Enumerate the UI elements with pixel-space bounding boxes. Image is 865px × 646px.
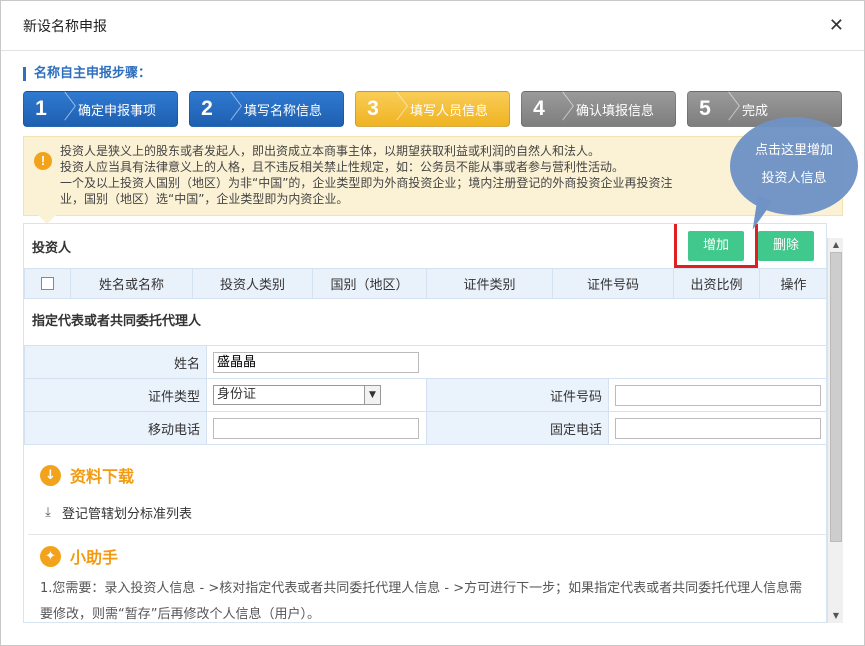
chevron-right-icon	[224, 91, 236, 127]
helper-section-title: ✦ 小助手	[24, 544, 826, 568]
step-3: 3 填写人员信息	[355, 91, 510, 127]
dialog-title: 新设名称申报	[23, 18, 107, 35]
investor-notice: ! 投资人是狭义上的股东或者发起人，即出资成立本商事主体，以期望获取利益或利润的…	[23, 136, 843, 224]
notice-line: 投资人是狭义上的股东或者发起人，即出资成立本商事主体，以期望获取利益或利润的自然…	[60, 144, 601, 158]
step-1: 1 确定申报事项	[23, 91, 178, 127]
scrollbar[interactable]: ▲ ▼	[827, 238, 843, 623]
id-type-value: 身份证	[217, 387, 257, 402]
add-investor-tooltip: 点击这里增加 投资人信息	[730, 117, 858, 215]
download-title: 资料下载	[70, 467, 135, 486]
form-panel[interactable]: 投资人 增加 删除 姓名或名称 投资人类别 国别（地区） 证件类别 证件号码 出…	[23, 223, 827, 623]
investor-title: 投资人	[32, 240, 72, 256]
tooltip-line: 投资人信息	[761, 171, 827, 186]
download-link[interactable]: ⤓ 登记管辖划分标准列表	[24, 503, 826, 522]
delete-investor-button[interactable]: 删除	[758, 231, 814, 261]
column-header: 投资人类别	[192, 268, 313, 299]
step-number: 4	[533, 97, 545, 120]
notice-line: 投资人应当具有法律意义上的人格，且不违反相关禁止性规定，如：公务员不能从事或者参…	[60, 160, 625, 174]
download-icon: ↓	[40, 464, 61, 486]
name-declaration-dialog: 新设名称申报 ✕ 名称自主申报步骤： 1 确定申报事项 2 填写名称信息 3 填…	[0, 0, 865, 646]
id-type-select[interactable]: 身份证 ▼	[213, 385, 381, 405]
step-2: 2 填写名称信息	[189, 91, 344, 127]
helper-text-line: 1.您需要：录入投资人信息 - >核对指定代表或者共同委托代理人信息 - >方可…	[40, 581, 803, 596]
column-header: 证件号码	[552, 268, 674, 299]
chevron-right-icon	[390, 91, 402, 127]
download-link-label[interactable]: 登记管辖划分标准列表	[62, 503, 192, 522]
add-investor-button[interactable]: 增加	[688, 231, 744, 261]
step-number: 5	[699, 97, 711, 120]
select-all-checkbox[interactable]	[41, 277, 54, 290]
step-label: 填写名称信息	[244, 103, 323, 119]
helper-title: 小助手	[70, 548, 119, 567]
step-progress: 1 确定申报事项 2 填写名称信息 3 填写人员信息 4 确认填报信息 5 完成	[23, 91, 842, 127]
name-label: 姓名	[24, 345, 207, 379]
id-number-label: 证件号码	[426, 378, 609, 412]
notice-line: 业，国别（地区）选“中国”，企业类型即为内资企业。	[60, 192, 349, 206]
agent-section-title: 指定代表或者共同委托代理人	[32, 314, 202, 329]
scroll-up-icon[interactable]: ▲	[828, 238, 844, 252]
step-number: 3	[367, 97, 379, 120]
download-section-title: ↓ 资料下载	[24, 463, 826, 487]
chevron-right-icon	[722, 91, 734, 127]
phone-label: 固定电话	[426, 411, 609, 445]
dialog-titlebar: 新设名称申报 ✕	[1, 1, 864, 51]
chevron-right-icon	[556, 91, 568, 127]
phone-field[interactable]	[615, 417, 821, 439]
column-header: 证件类别	[426, 268, 553, 299]
column-header: 出资比例	[673, 268, 760, 299]
scroll-down-icon[interactable]: ▼	[828, 609, 844, 623]
notice-line: 一个及以上投资人国别（地区）为非“中国”的，企业类型即为外商投资企业；境内注册登…	[60, 176, 673, 190]
helper-text-line: 要修改，则需“暂存”后再修改个人信息（用户）。	[40, 607, 320, 622]
column-header: 姓名或名称	[70, 268, 193, 299]
step-label: 确定申报事项	[78, 103, 157, 119]
mobile-field[interactable]	[213, 417, 419, 439]
agent-form: 姓名 盛晶晶 证件类型 身份证 ▼ 证件号码 移动电话 固定电话	[24, 345, 826, 445]
column-header: 操作	[759, 268, 826, 299]
warning-icon: !	[34, 152, 52, 170]
step-number: 2	[201, 97, 213, 120]
scroll-thumb[interactable]	[830, 252, 842, 542]
chevron-right-icon	[58, 91, 70, 127]
step-label: 完成	[742, 103, 769, 119]
mobile-label: 移动电话	[24, 411, 207, 445]
download-file-icon: ⤓	[45, 505, 51, 520]
step-4: 4 确认填报信息	[521, 91, 676, 127]
select-all-header[interactable]	[24, 268, 71, 299]
chevron-down-icon[interactable]: ▼	[364, 386, 380, 404]
investor-header: 投资人 增加 删除	[24, 224, 826, 268]
step-number: 1	[35, 97, 47, 120]
table-header-row: 姓名或名称 投资人类别 国别（地区） 证件类别 证件号码 出资比例 操作	[24, 268, 826, 299]
tooltip-line: 点击这里增加	[754, 143, 833, 158]
lightbulb-icon: ✦	[40, 545, 61, 567]
column-header: 国别（地区）	[312, 268, 427, 299]
name-field[interactable]: 盛晶晶	[213, 351, 419, 373]
step-label: 确认填报信息	[576, 103, 655, 119]
step-label: 填写人员信息	[410, 103, 489, 119]
id-number-field[interactable]	[615, 384, 821, 406]
close-icon[interactable]: ✕	[829, 15, 844, 36]
id-type-label: 证件类型	[24, 378, 207, 412]
helper-text: 1.您需要：录入投资人信息 - >核对指定代表或者共同委托代理人信息 - >方可…	[24, 576, 826, 622]
investor-table: 姓名或名称 投资人类别 国别（地区） 证件类别 证件号码 出资比例 操作	[24, 268, 826, 299]
steps-heading: 名称自主申报步骤：	[23, 67, 151, 81]
